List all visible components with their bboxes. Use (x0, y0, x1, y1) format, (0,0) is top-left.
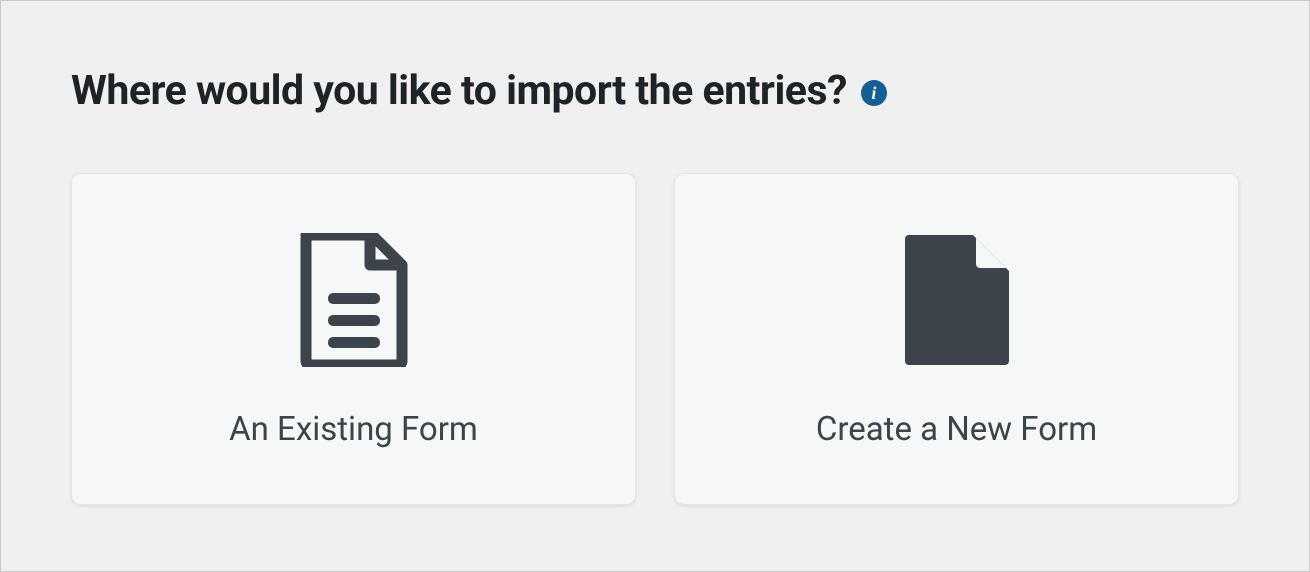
document-lines-icon (300, 230, 408, 370)
document-blank-icon (905, 230, 1009, 370)
info-icon[interactable]: i (861, 80, 887, 106)
existing-form-card[interactable]: An Existing Form (71, 173, 636, 505)
existing-form-label: An Existing Form (229, 410, 478, 449)
option-cards: An Existing Form Create a New Form (71, 173, 1239, 505)
heading-row: Where would you like to import the entri… (71, 67, 1239, 115)
import-destination-panel: Where would you like to import the entri… (1, 1, 1309, 545)
new-form-label: Create a New Form (816, 410, 1097, 449)
new-form-card[interactable]: Create a New Form (674, 173, 1239, 505)
page-title: Where would you like to import the entri… (71, 67, 847, 115)
